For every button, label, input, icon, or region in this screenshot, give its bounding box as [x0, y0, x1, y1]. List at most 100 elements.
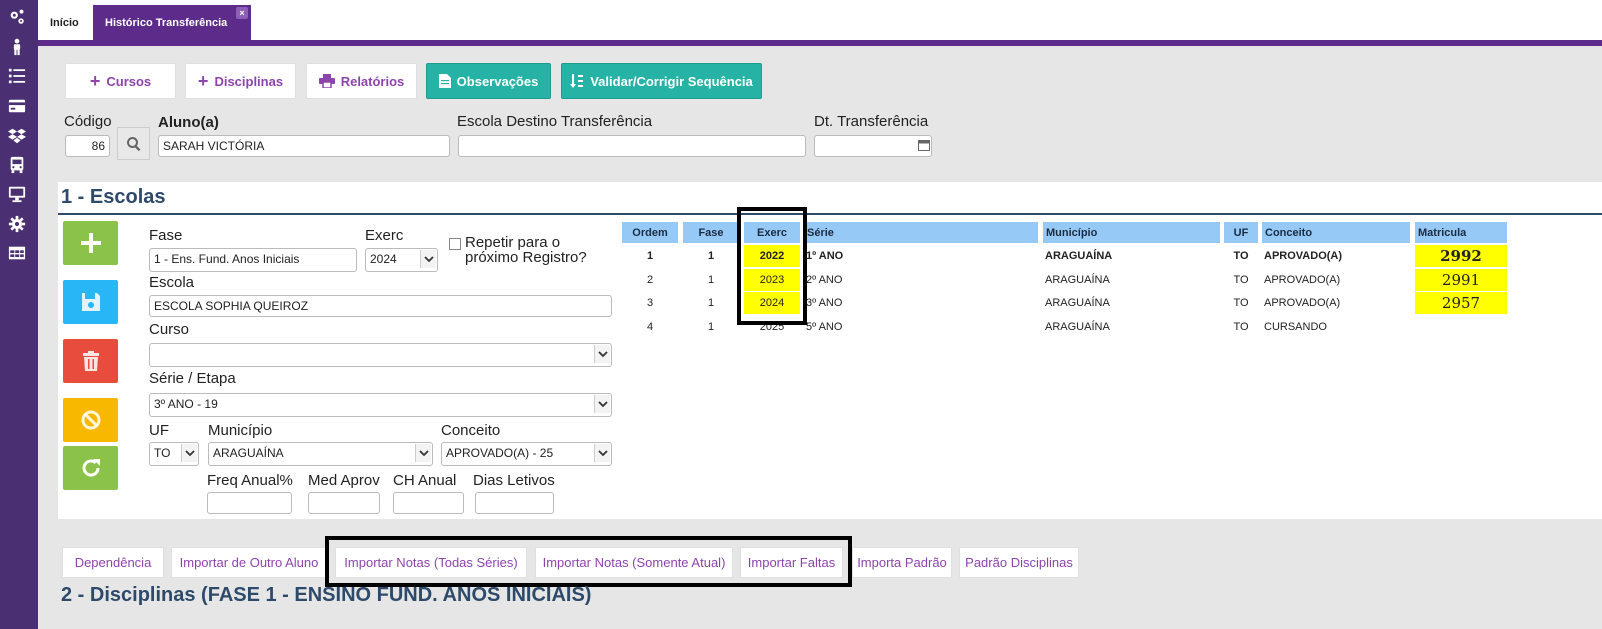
tab-inicio[interactable]: Início — [38, 5, 91, 40]
table-cell[interactable]: 2992 — [1415, 245, 1507, 267]
table-cell[interactable]: CURSANDO — [1264, 316, 1410, 338]
tab-dependencia[interactable]: Dependência — [62, 547, 164, 578]
col-ordem[interactable]: Ordem — [622, 222, 678, 243]
table-cell[interactable]: APROVADO(A) — [1264, 292, 1410, 314]
tab-historico-transferencia[interactable]: Histórico Transferência × — [93, 5, 251, 40]
section-escolas-title: 1 - Escolas — [61, 186, 166, 208]
table-cell[interactable]: 2023 — [744, 269, 800, 291]
col-matricula[interactable]: Matricula — [1415, 222, 1507, 243]
add-button[interactable] — [63, 221, 118, 265]
table-cell[interactable]: 4 — [622, 316, 678, 338]
table-cell[interactable]: APROVADO(A) — [1264, 245, 1410, 267]
table-cell[interactable]: 1 — [683, 292, 739, 314]
table-cell[interactable]: 5º ANO — [806, 316, 1036, 338]
table-cell[interactable]: 1 — [683, 269, 739, 291]
save-button[interactable] — [63, 280, 118, 324]
serie-select[interactable]: 3º ANO - 19 — [149, 393, 612, 417]
observacoes-label: Observações — [456, 73, 539, 89]
escola-destino-label: Escola Destino Transferência — [457, 113, 653, 130]
bus-icon[interactable] — [7, 155, 27, 175]
table-cell[interactable]: ARAGUAÍNA — [1045, 245, 1220, 267]
serie-value: 3º ANO - 19 — [154, 397, 218, 411]
tab-importar-notas-todas[interactable]: Importar Notas (Todas Séries) — [335, 547, 527, 578]
cancel-button[interactable] — [63, 398, 118, 442]
tab-padrao-disciplinas[interactable]: Padrão Disciplinas — [959, 547, 1079, 578]
freq-anual-input[interactable] — [207, 492, 292, 514]
curso-select[interactable] — [149, 343, 612, 367]
col-conceito[interactable]: Conceito — [1262, 222, 1410, 243]
table-cell[interactable]: 2991 — [1415, 269, 1507, 291]
list-icon[interactable] — [7, 66, 27, 86]
table-cell[interactable]: ARAGUAÍNA — [1045, 316, 1220, 338]
municipio-label: Município — [208, 422, 273, 439]
delete-button[interactable] — [63, 339, 118, 383]
col-uf[interactable]: UF — [1224, 222, 1258, 243]
monitor-icon[interactable] — [7, 184, 27, 204]
tab-label: Histórico Transferência — [105, 16, 228, 29]
fase-input[interactable]: 1 - Ens. Fund. Anos Iniciais — [149, 248, 357, 272]
table-icon[interactable] — [7, 243, 27, 263]
chevron-down-icon — [415, 444, 431, 462]
table-cell[interactable]: TO — [1224, 245, 1258, 267]
col-serie[interactable]: Série — [804, 222, 1038, 243]
cogs-icon[interactable] — [7, 7, 27, 27]
table-cell[interactable]: 3º ANO — [806, 292, 1036, 314]
uf-select[interactable]: TO — [149, 442, 199, 466]
municipio-select[interactable]: ARAGUAÍNA — [208, 442, 433, 466]
dt-transferencia-input[interactable] — [814, 135, 932, 157]
cursos-button[interactable]: + Cursos — [65, 63, 176, 99]
dropbox-icon[interactable] — [7, 126, 27, 146]
table-cell[interactable]: ARAGUAÍNA — [1045, 269, 1220, 291]
table-cell[interactable]: TO — [1224, 269, 1258, 291]
aluno-input[interactable]: SARAH VICTÓRIA — [158, 135, 450, 157]
tab-importa-padrao[interactable]: Importa Padrão — [852, 547, 952, 578]
disciplinas-button[interactable]: + Disciplinas — [185, 63, 296, 99]
tab-importar-faltas[interactable]: Importar Faltas — [740, 547, 843, 578]
table-cell[interactable]: 2025 — [744, 316, 800, 338]
tab-importar-notas-atual[interactable]: Importar Notas (Somente Atual) — [535, 547, 733, 578]
med-aprov-input[interactable] — [308, 492, 380, 514]
col-fase[interactable]: Fase — [683, 222, 739, 243]
exerc-select[interactable]: 2024 — [365, 248, 438, 272]
municipio-value: ARAGUAÍNA — [213, 446, 284, 460]
codigo-input[interactable]: 86 — [65, 135, 110, 157]
observacoes-button[interactable]: Observações — [426, 63, 551, 99]
table-cell[interactable]: 2022 — [744, 245, 800, 267]
calendar-icon[interactable] — [918, 139, 930, 151]
col-municipio[interactable]: Município — [1043, 222, 1220, 243]
curso-label: Curso — [149, 321, 190, 338]
exerc-label: Exerc — [365, 227, 404, 244]
person-icon[interactable] — [7, 37, 27, 57]
table-cell[interactable]: TO — [1224, 292, 1258, 314]
table-cell[interactable]: 1 — [622, 245, 678, 267]
table-cell[interactable]: 2 — [622, 269, 678, 291]
table-cell[interactable]: 3 — [622, 292, 678, 314]
tab-importar-outro-aluno[interactable]: Importar de Outro Aluno — [171, 547, 327, 578]
card-icon[interactable] — [7, 96, 27, 116]
escola-input[interactable]: ESCOLA SOPHIA QUEIROZ — [149, 295, 612, 317]
table-cell[interactable]: APROVADO(A) — [1264, 269, 1410, 291]
relatorios-button[interactable]: Relatórios — [306, 63, 417, 99]
repetir-label-2: próximo Registro? — [465, 249, 587, 266]
gear-icon[interactable] — [7, 214, 27, 234]
table-cell[interactable]: 2024 — [744, 292, 800, 314]
table-cell[interactable]: 1 — [683, 316, 739, 338]
dias-letivos-input[interactable] — [475, 492, 554, 514]
col-exerc[interactable]: Exerc — [744, 222, 800, 243]
table-cell[interactable]: 2957 — [1415, 292, 1507, 314]
search-button[interactable] — [117, 127, 150, 160]
table-cell[interactable]: 1 — [683, 245, 739, 267]
conceito-select[interactable]: APROVADO(A) - 25 — [441, 442, 612, 466]
ch-anual-input[interactable] — [393, 492, 464, 514]
table-cell[interactable]: TO — [1224, 316, 1258, 338]
validar-sequencia-button[interactable]: Validar/Corrigir Sequência — [561, 63, 762, 99]
escola-destino-input[interactable] — [458, 135, 806, 157]
close-icon[interactable]: × — [236, 7, 248, 19]
repetir-checkbox[interactable] — [449, 238, 461, 250]
table-cell[interactable]: 2º ANO — [806, 269, 1036, 291]
table-cell[interactable]: 1º ANO — [806, 245, 1036, 267]
med-aprov-label: Med Aprov — [308, 472, 380, 489]
refresh-button[interactable] — [63, 446, 118, 490]
chevron-down-icon — [181, 444, 197, 462]
table-cell[interactable]: ARAGUAÍNA — [1045, 292, 1220, 314]
